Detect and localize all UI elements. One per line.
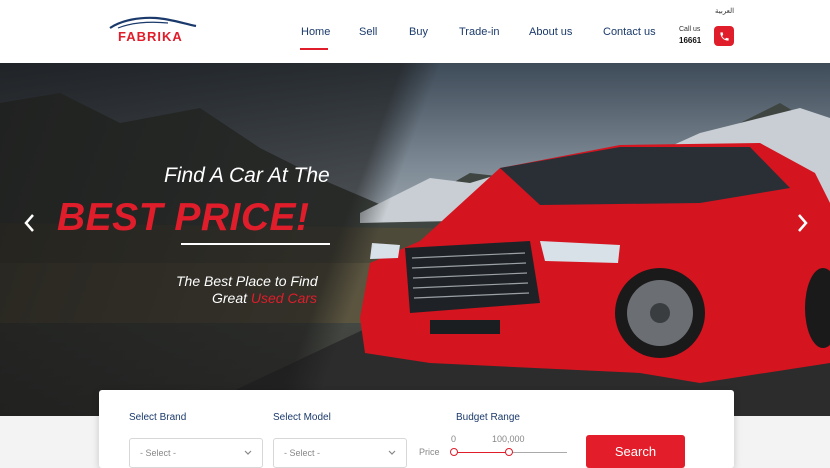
hero-headline-best-price: BEST PRICE! (57, 196, 310, 239)
model-select-value: - Select - (284, 448, 321, 458)
chevron-right-icon (798, 214, 808, 232)
chevron-down-icon (388, 450, 396, 455)
nav-buy[interactable]: Buy (409, 26, 428, 38)
hero-subtitle-line1: The Best Place to Find (176, 273, 318, 289)
search-button[interactable]: Search (586, 435, 685, 468)
range-min-value: 0 (451, 434, 457, 444)
budget-label: Budget Range (456, 412, 520, 423)
call-label: Call us (679, 26, 701, 33)
hero-headline-line1: Find A Car At The (164, 164, 330, 187)
chevron-left-icon (24, 214, 34, 232)
brand-select-value: - Select - (140, 448, 177, 458)
car-search-panel: Select Brand - Select - Select Model - S… (99, 390, 734, 468)
site-header: FABRIKA Home Sell Buy Trade-in About us … (0, 0, 830, 63)
price-range-min-handle[interactable] (450, 448, 458, 456)
nav-active-indicator (300, 48, 328, 50)
hero-subtitle-line2: Great Used Cars (212, 290, 317, 306)
carousel-next-button[interactable] (792, 211, 812, 235)
price-range-fill (454, 452, 509, 453)
hero-subtitle-prefix: Great (212, 290, 248, 306)
model-label: Select Model (273, 412, 331, 423)
brand-select[interactable]: - Select - (129, 438, 263, 468)
chevron-down-icon (244, 450, 252, 455)
brand-label: Select Brand (129, 412, 187, 423)
hero-banner: Find A Car At The BEST PRICE! The Best P… (0, 63, 830, 416)
hero-divider (181, 243, 330, 245)
carousel-prev-button[interactable] (20, 211, 40, 235)
phone-button[interactable] (714, 26, 734, 46)
call-us: Call us 16661 (679, 26, 701, 45)
logo-text: FABRIKA (118, 29, 183, 44)
price-range-max-handle[interactable] (505, 448, 513, 456)
language-switch[interactable]: العربية (715, 7, 734, 15)
nav-contact-us[interactable]: Contact us (603, 26, 656, 38)
nav-trade-in[interactable]: Trade-in (459, 26, 500, 38)
nav-sell[interactable]: Sell (359, 26, 377, 38)
model-select[interactable]: - Select - (273, 438, 407, 468)
call-number[interactable]: 16661 (679, 36, 701, 45)
phone-icon (719, 31, 729, 41)
nav-home[interactable]: Home (301, 26, 330, 38)
range-max-value: 100,000 (492, 434, 525, 444)
hero-subtitle-used-cars: Used Cars (250, 290, 318, 306)
price-label: Price (419, 447, 440, 457)
fabrika-logo[interactable]: FABRIKA (108, 14, 200, 46)
nav-about-us[interactable]: About us (529, 26, 572, 38)
